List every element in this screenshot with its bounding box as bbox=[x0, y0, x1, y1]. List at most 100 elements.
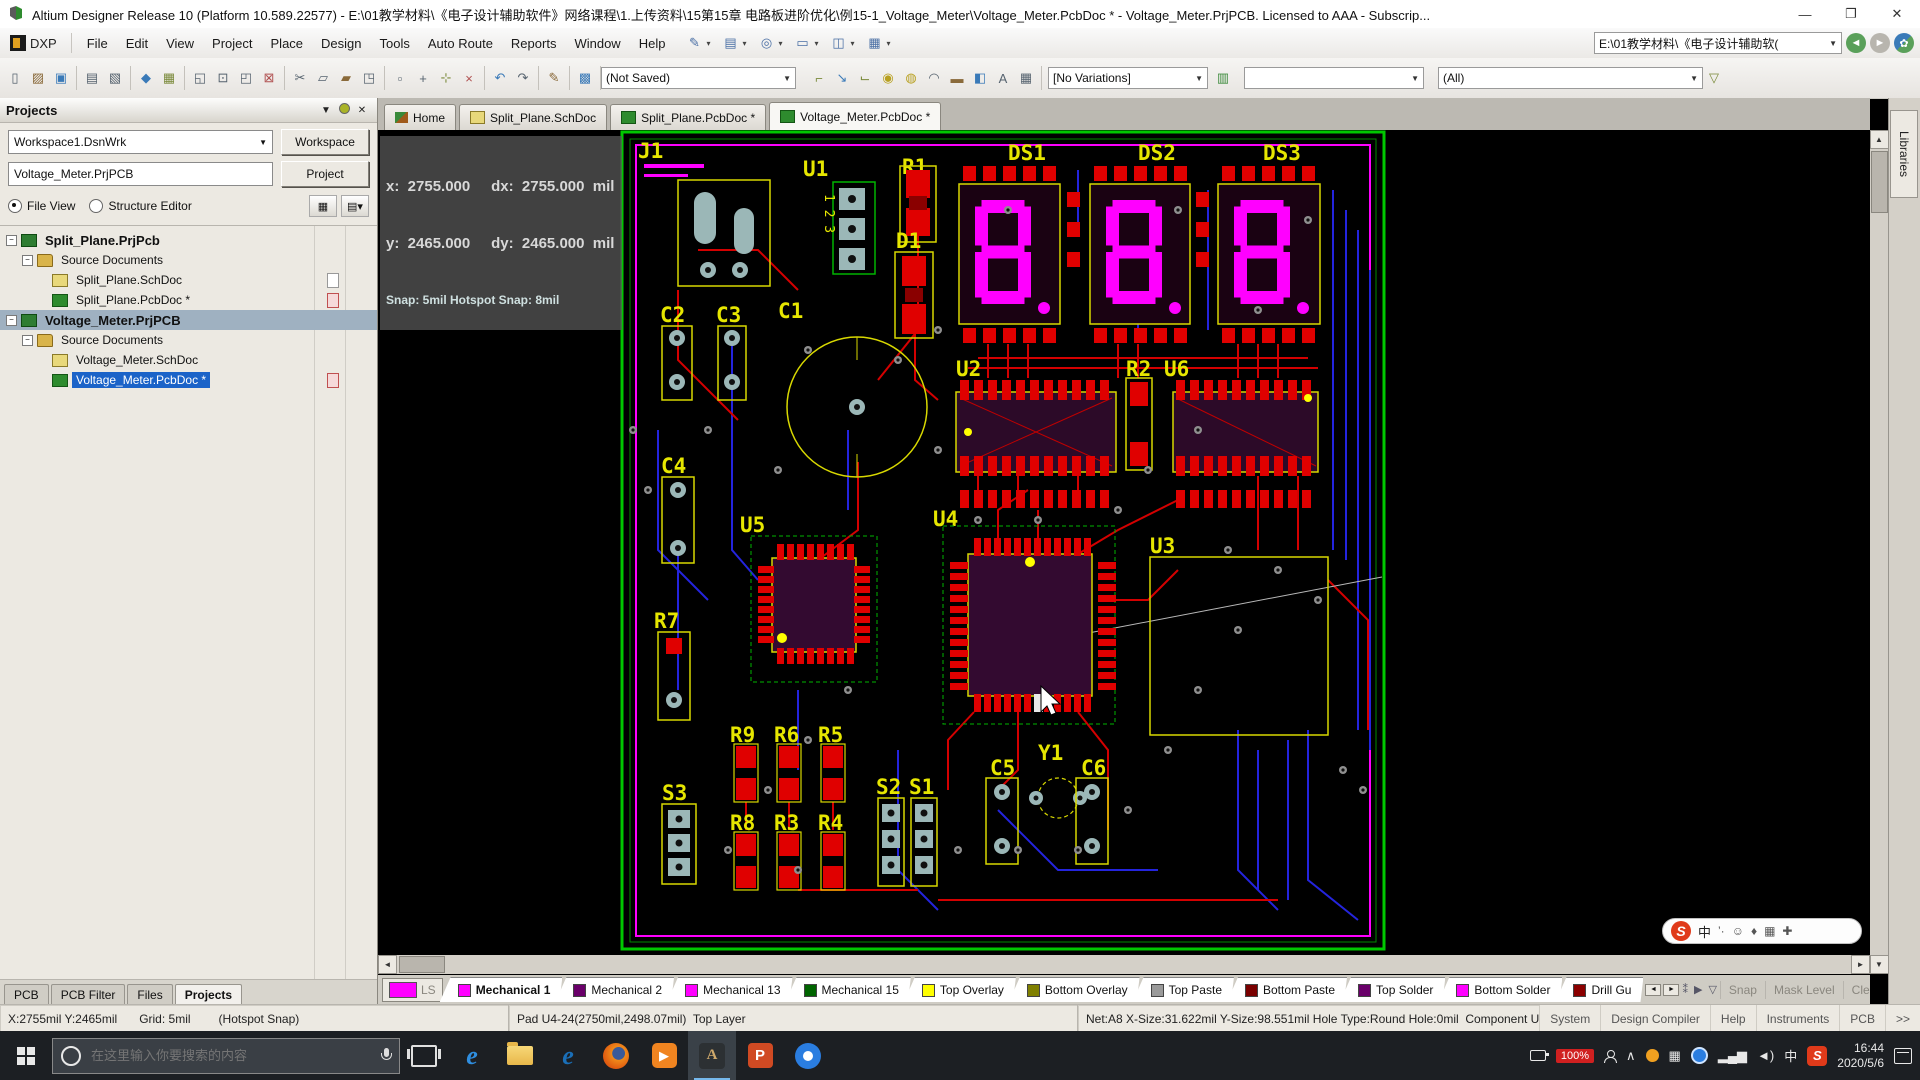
dxp-menu[interactable]: DXP bbox=[4, 33, 65, 53]
variant-icon[interactable]: ▥ bbox=[1212, 67, 1234, 89]
print-preview-icon[interactable]: ▧ bbox=[104, 67, 126, 89]
layer-tab-drill-guide[interactable]: Drill Gu bbox=[1555, 977, 1643, 1002]
project-field[interactable]: Voltage_Meter.PrjPCB bbox=[8, 162, 273, 186]
paste-icon[interactable]: ▰ bbox=[335, 67, 357, 89]
menu-window[interactable]: Window bbox=[565, 32, 629, 55]
new-doc-icon[interactable]: ▯ bbox=[4, 67, 26, 89]
polygon-pour-icon[interactable]: ▩ bbox=[574, 67, 596, 89]
chevron-down-icon[interactable]: ▾ bbox=[887, 39, 891, 48]
string-icon[interactable]: A bbox=[992, 67, 1014, 89]
pcb-preview-icon[interactable]: ▦ bbox=[309, 195, 337, 217]
arc-icon[interactable]: ◠ bbox=[923, 67, 945, 89]
align-icon[interactable]: ⊹ bbox=[435, 67, 457, 89]
chevron-down-icon[interactable]: ▾ bbox=[778, 39, 782, 48]
fill-icon[interactable]: ▬ bbox=[946, 67, 968, 89]
layer-tab-bottom-paste[interactable]: Bottom Paste bbox=[1227, 977, 1347, 1002]
back-nav-icon[interactable]: ◄ bbox=[1846, 33, 1866, 53]
array-icon[interactable]: ▦ bbox=[1015, 67, 1037, 89]
punctuation-icon[interactable]: ’· bbox=[1718, 924, 1725, 938]
panel-tab-files[interactable]: Files bbox=[127, 984, 172, 1004]
panel-tab-projects[interactable]: Projects bbox=[175, 984, 242, 1004]
layer-scroll-spinner[interactable]: ◄ bbox=[1645, 984, 1661, 996]
people-icon[interactable] bbox=[1604, 1050, 1616, 1062]
minimize-button[interactable]: — bbox=[1782, 1, 1828, 28]
layer-set-chip[interactable]: LS bbox=[382, 978, 443, 1002]
save-doc-icon[interactable]: ▣ bbox=[50, 67, 72, 89]
snap-toggle[interactable]: Snap bbox=[1720, 981, 1765, 999]
tab-voltage-meter-pcbdoc[interactable]: Voltage_Meter.PcbDoc * bbox=[769, 102, 941, 130]
emoji-icon[interactable]: ☺ bbox=[1732, 924, 1744, 938]
ruler-tool-icon[interactable]: ▭ bbox=[793, 34, 813, 52]
menu-tools[interactable]: Tools bbox=[371, 32, 419, 55]
zoom-selected-icon[interactable]: ◰ bbox=[235, 67, 257, 89]
pcb-view-icon[interactable]: ▦ bbox=[158, 67, 180, 89]
select-area-icon[interactable]: ▫ bbox=[389, 67, 411, 89]
chevron-down-icon[interactable]: ▾ bbox=[815, 39, 819, 48]
vertical-scrollbar[interactable]: ▲ ▼ bbox=[1870, 130, 1888, 974]
pcb-panels-button[interactable]: PCB bbox=[1839, 1005, 1885, 1032]
panel-tab-pcb[interactable]: PCB bbox=[4, 984, 49, 1004]
menu-project[interactable]: Project bbox=[203, 32, 261, 55]
voice-input-icon[interactable]: ♦ bbox=[1751, 924, 1757, 938]
sketch-tool-icon[interactable]: ✎ bbox=[684, 34, 704, 52]
layer-tab-mechanical-2[interactable]: Mechanical 2 bbox=[555, 977, 674, 1002]
wire-icon[interactable]: ⌐ bbox=[808, 67, 830, 89]
search-input[interactable] bbox=[89, 1047, 373, 1064]
paste-special-icon[interactable]: ◳ bbox=[358, 67, 380, 89]
menu-auto-route[interactable]: Auto Route bbox=[419, 32, 502, 55]
instruments-panels-button[interactable]: Instruments bbox=[1756, 1005, 1840, 1032]
layer-scroll-spinner[interactable]: ► bbox=[1663, 984, 1679, 996]
zoom-doc-icon[interactable]: ⊡ bbox=[212, 67, 234, 89]
tab-home[interactable]: Home bbox=[384, 104, 456, 130]
chevron-down-icon[interactable]: ▾ bbox=[706, 39, 710, 48]
task-view-button[interactable] bbox=[400, 1031, 448, 1080]
layer-tab-bottom-solder[interactable]: Bottom Solder bbox=[1438, 977, 1562, 1002]
pcb-component-r8[interactable]: R8 bbox=[730, 811, 758, 890]
layer-tab-top-paste[interactable]: Top Paste bbox=[1133, 977, 1234, 1002]
panel-close-icon[interactable]: ✕ bbox=[353, 105, 371, 116]
close-button[interactable]: ✕ bbox=[1874, 1, 1920, 28]
taskbar-app-powerpoint[interactable]: P bbox=[736, 1031, 784, 1080]
taskbar-app-firefox[interactable] bbox=[592, 1031, 640, 1080]
empty-combo-1[interactable]: ▼ bbox=[1244, 67, 1424, 89]
panel-menu-icon[interactable]: ▼ bbox=[317, 105, 335, 116]
horizontal-scrollbar[interactable]: ◄ ► bbox=[378, 955, 1870, 974]
taskbar-search[interactable] bbox=[52, 1038, 400, 1074]
microphone-icon[interactable] bbox=[381, 1048, 391, 1063]
layer-filter-icon[interactable]: ▽ bbox=[1705, 983, 1719, 996]
file-view-radio[interactable]: File View bbox=[8, 199, 75, 213]
chevron-down-icon[interactable]: ▾ bbox=[742, 39, 746, 48]
taskbar-app-meeting[interactable] bbox=[784, 1031, 832, 1080]
via-icon[interactable]: ◉ bbox=[877, 67, 899, 89]
scroll-up-icon[interactable]: ▲ bbox=[1870, 130, 1889, 149]
move-icon[interactable]: + bbox=[412, 67, 434, 89]
tree-item-voltage-meter-schdoc[interactable]: Voltage_Meter.SchDoc bbox=[0, 350, 377, 370]
toolbox-icon[interactable]: ✚ bbox=[1782, 924, 1792, 938]
collapse-icon[interactable]: − bbox=[6, 315, 17, 326]
start-button[interactable] bbox=[0, 1031, 52, 1080]
taskbar-app-explorer[interactable] bbox=[496, 1031, 544, 1080]
pcb-component-ds1[interactable]: DS1 bbox=[959, 141, 1060, 343]
horizontal-scroll-thumb[interactable] bbox=[399, 956, 445, 973]
redo-icon[interactable]: ↷ bbox=[512, 67, 534, 89]
hidden-icons-chevron[interactable]: ∧ bbox=[1626, 1048, 1636, 1064]
pcb-component-r9[interactable]: R9 bbox=[730, 723, 758, 802]
menu-help[interactable]: Help bbox=[630, 32, 675, 55]
pcb-component-ds2[interactable]: DS2 bbox=[1090, 141, 1190, 343]
network-icon[interactable]: ▂▄▆ bbox=[1718, 1048, 1747, 1064]
taskbar-clock[interactable]: 16:44 2020/5/6 bbox=[1837, 1041, 1884, 1071]
print-icon[interactable]: ▤ bbox=[81, 67, 103, 89]
taskbar-app-ie[interactable]: e bbox=[544, 1031, 592, 1080]
layer-tab-mechanical-15[interactable]: Mechanical 15 bbox=[786, 977, 911, 1002]
maximize-button[interactable]: ❐ bbox=[1828, 1, 1874, 28]
component-icon[interactable]: ◧ bbox=[969, 67, 991, 89]
layer-pair-icon[interactable]: ⁑ bbox=[1679, 983, 1691, 996]
menu-view[interactable]: View bbox=[157, 32, 203, 55]
menu-reports[interactable]: Reports bbox=[502, 32, 566, 55]
vertical-scroll-thumb[interactable] bbox=[1871, 151, 1888, 213]
taskbar-app-altium[interactable]: A bbox=[688, 1031, 736, 1080]
structure-editor-radio[interactable]: Structure Editor bbox=[89, 199, 191, 213]
tab-split-plane-schdoc[interactable]: Split_Plane.SchDoc bbox=[459, 104, 607, 130]
panel-pin-icon[interactable] bbox=[335, 103, 353, 117]
forward-nav-icon[interactable]: ► bbox=[1870, 33, 1890, 53]
